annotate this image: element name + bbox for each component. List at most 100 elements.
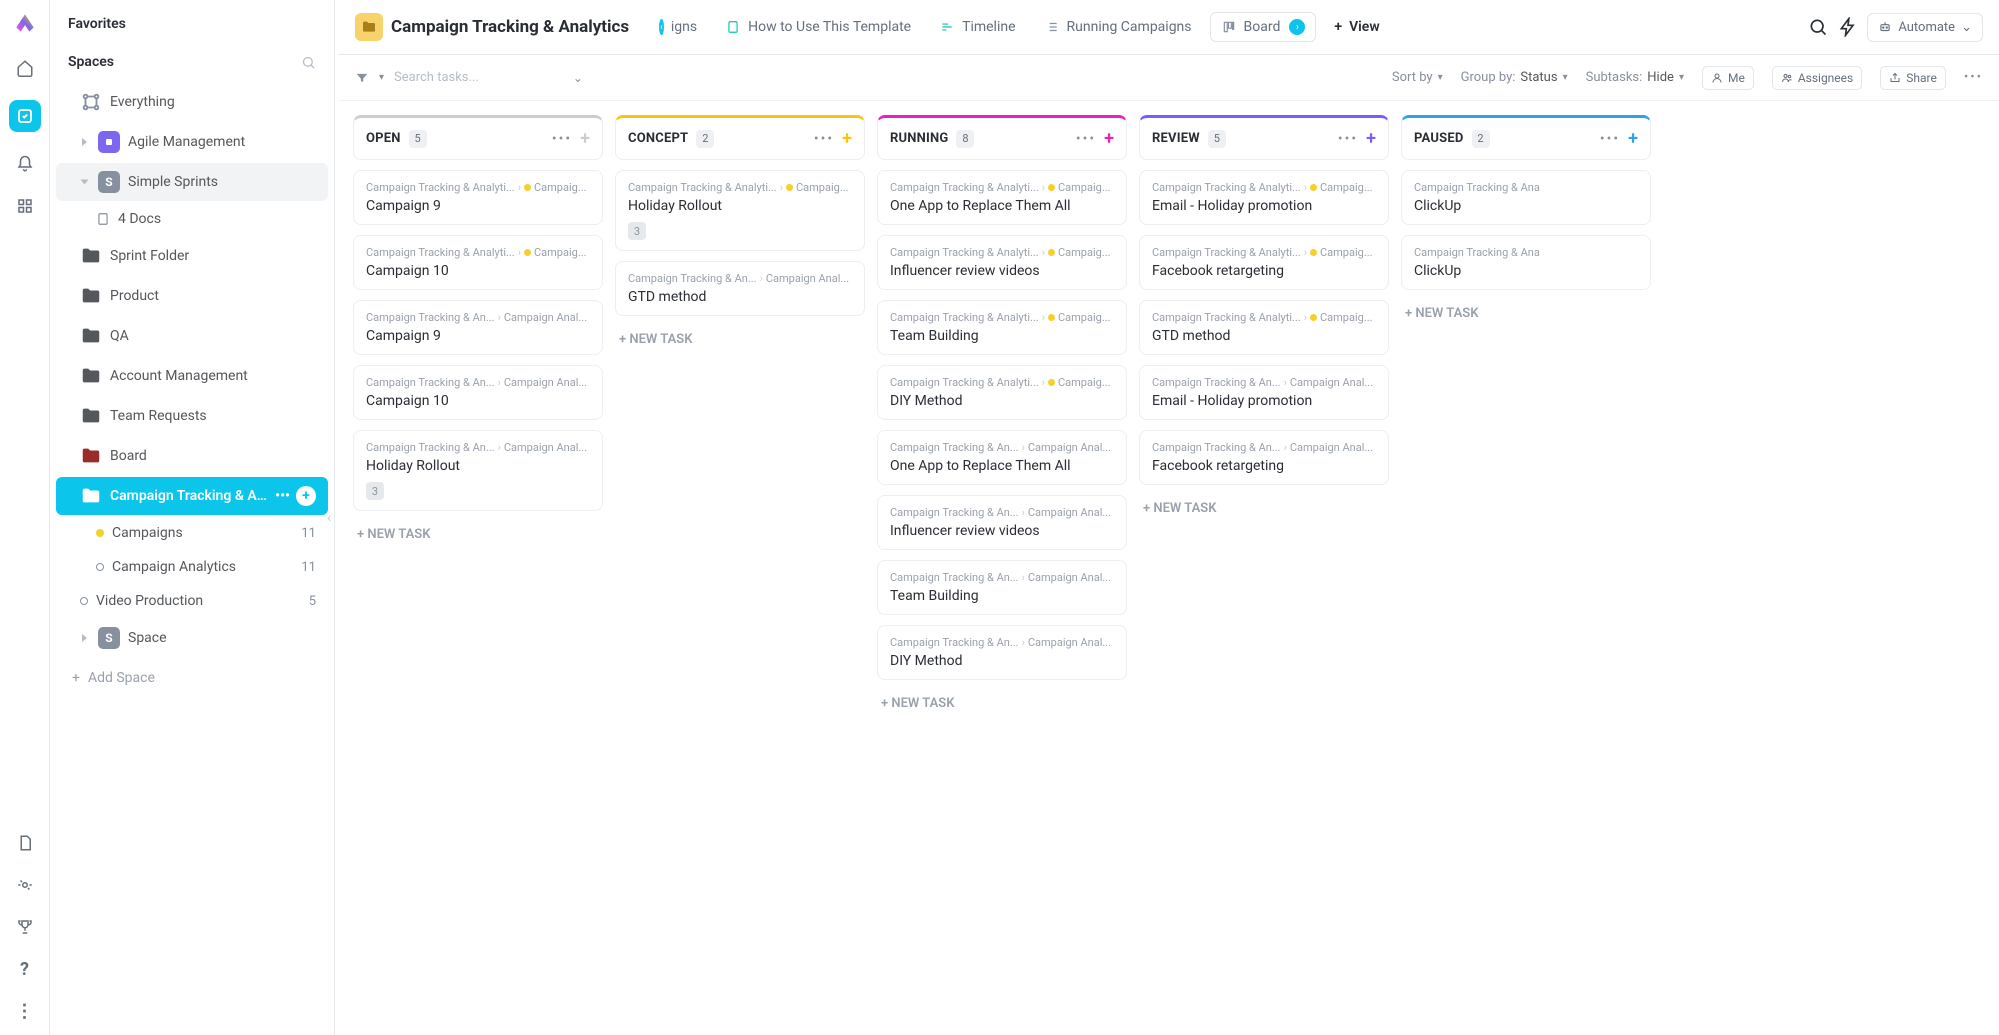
- column-header[interactable]: REVIEW5•••+: [1139, 115, 1389, 160]
- task-card[interactable]: Campaign Tracking & Analyti...›Campaig..…: [353, 170, 603, 225]
- sidebar-product[interactable]: Product: [56, 277, 328, 315]
- sort-by-dropdown[interactable]: Sort by▾: [1392, 70, 1443, 85]
- task-card[interactable]: Campaign Tracking & Analyti...›Campaig..…: [877, 300, 1127, 355]
- task-card[interactable]: Campaign Tracking & AnaClickUp: [1401, 170, 1651, 225]
- sidebar-account[interactable]: Account Management: [56, 357, 328, 395]
- column-header[interactable]: CONCEPT2•••+: [615, 115, 865, 160]
- tab-campaigns-cut[interactable]: ‹igns: [647, 13, 707, 41]
- task-card[interactable]: Campaign Tracking & Analyti...›Campaig..…: [1139, 235, 1389, 290]
- bell-icon[interactable]: [15, 154, 35, 174]
- page-title: Campaign Tracking & Analytics: [391, 17, 629, 37]
- task-card[interactable]: Campaign Tracking & An...›Campaign Anal.…: [615, 261, 865, 316]
- new-task-button[interactable]: + NEW TASK: [1401, 300, 1651, 327]
- caret-icon[interactable]: [80, 633, 90, 643]
- new-task-button[interactable]: + NEW TASK: [1139, 495, 1389, 522]
- doc-icon[interactable]: [15, 833, 35, 853]
- task-card[interactable]: Campaign Tracking & An...›Campaign Anal.…: [877, 560, 1127, 615]
- sidebar: Favorites Spaces Everything Agile Manage…: [50, 0, 335, 1035]
- sidebar-campaign-analytics[interactable]: Campaign Analytics11: [56, 551, 328, 583]
- more-options-icon[interactable]: •••: [1964, 70, 1983, 85]
- tab-board[interactable]: Board›: [1210, 12, 1317, 42]
- trophy-icon[interactable]: [15, 917, 35, 937]
- sidebar-space[interactable]: S Space: [56, 619, 328, 657]
- search-tasks-input[interactable]: Search tasks...: [394, 70, 479, 85]
- row-add-icon[interactable]: +: [296, 486, 316, 506]
- search-icon[interactable]: [1807, 16, 1829, 38]
- sidebar-campaigns[interactable]: Campaigns11: [56, 517, 328, 549]
- tasks-icon[interactable]: [9, 100, 41, 132]
- column-more-icon[interactable]: •••: [552, 131, 572, 147]
- column-header[interactable]: RUNNING8•••+: [877, 115, 1127, 160]
- task-card[interactable]: Campaign Tracking & An...›Campaign Anal.…: [353, 300, 603, 355]
- column-header[interactable]: OPEN5•••+: [353, 115, 603, 160]
- sidebar-agile[interactable]: Agile Management: [56, 123, 328, 161]
- row-more-icon[interactable]: •••: [275, 488, 290, 504]
- clickup-logo[interactable]: [12, 10, 38, 36]
- search-spaces-icon[interactable]: [301, 55, 316, 70]
- chevron-down-icon[interactable]: ▾: [379, 72, 384, 83]
- task-card[interactable]: Campaign Tracking & An...›Campaign Anal.…: [877, 495, 1127, 550]
- task-card[interactable]: Campaign Tracking & AnaClickUp: [1401, 235, 1651, 290]
- task-card[interactable]: Campaign Tracking & An...›Campaign Anal.…: [353, 430, 603, 511]
- help-icon[interactable]: ?: [15, 959, 35, 979]
- chevron-down-icon[interactable]: ⌄: [573, 71, 583, 85]
- pulse-icon[interactable]: [15, 875, 35, 895]
- caret-icon[interactable]: [80, 177, 90, 187]
- scroll-left-icon[interactable]: ‹: [659, 19, 664, 35]
- add-view-button[interactable]: +View: [1324, 13, 1389, 41]
- sidebar-docs[interactable]: 4 Docs: [56, 203, 328, 235]
- bolt-icon[interactable]: [1837, 16, 1859, 38]
- sidebar-simple-sprints[interactable]: S Simple Sprints: [56, 163, 328, 201]
- column-more-icon[interactable]: •••: [814, 131, 834, 147]
- filter-icon[interactable]: [355, 71, 369, 85]
- task-card[interactable]: Campaign Tracking & An...›Campaign Anal.…: [1139, 365, 1389, 420]
- sidebar-qa[interactable]: QA: [56, 317, 328, 355]
- task-card[interactable]: Campaign Tracking & Analyti...›Campaig..…: [1139, 170, 1389, 225]
- tab-running[interactable]: Running Campaigns: [1034, 13, 1202, 41]
- column-add-icon[interactable]: +: [580, 128, 590, 149]
- apps-icon[interactable]: [15, 196, 35, 216]
- sidebar-sprint-folder[interactable]: Sprint Folder: [56, 237, 328, 275]
- scroll-right-icon[interactable]: ›: [1289, 19, 1305, 35]
- column-add-icon[interactable]: +: [842, 128, 852, 149]
- task-card[interactable]: Campaign Tracking & Analyti...›Campaig..…: [877, 170, 1127, 225]
- column-add-icon[interactable]: +: [1628, 128, 1638, 149]
- column-more-icon[interactable]: •••: [1338, 131, 1358, 147]
- assignees-chip[interactable]: Assignees: [1772, 66, 1862, 90]
- new-task-button[interactable]: + NEW TASK: [877, 690, 1127, 717]
- task-card[interactable]: Campaign Tracking & Analyti...›Campaig..…: [877, 235, 1127, 290]
- column-more-icon[interactable]: •••: [1600, 131, 1620, 147]
- sidebar-video[interactable]: Video Production5: [56, 585, 328, 617]
- spaces-header[interactable]: Spaces: [50, 42, 334, 82]
- task-card[interactable]: Campaign Tracking & Analyti...›Campaig..…: [615, 170, 865, 251]
- more-icon[interactable]: ⋮: [15, 1001, 35, 1021]
- task-card[interactable]: Campaign Tracking & Analyti...›Campaig..…: [1139, 300, 1389, 355]
- caret-icon[interactable]: [80, 137, 90, 147]
- me-chip[interactable]: Me: [1702, 66, 1754, 90]
- group-by-dropdown[interactable]: Group by:Status▾: [1461, 70, 1568, 85]
- home-icon[interactable]: [15, 58, 35, 78]
- add-space-button[interactable]: +Add Space: [50, 658, 334, 698]
- column-header[interactable]: PAUSED2•••+: [1401, 115, 1651, 160]
- tab-timeline[interactable]: Timeline: [929, 13, 1025, 41]
- task-card[interactable]: Campaign Tracking & An...›Campaign Anal.…: [877, 625, 1127, 680]
- favorites-header[interactable]: Favorites: [50, 0, 334, 42]
- tab-howto[interactable]: How to Use This Template: [715, 13, 921, 41]
- task-card[interactable]: Campaign Tracking & An...›Campaign Anal.…: [1139, 430, 1389, 485]
- sidebar-team-requests[interactable]: Team Requests: [56, 397, 328, 435]
- column-add-icon[interactable]: +: [1366, 128, 1376, 149]
- subtasks-dropdown[interactable]: Subtasks:Hide▾: [1586, 70, 1684, 85]
- sidebar-campaign-tracking[interactable]: Campaign Tracking & Analy... ••• +: [56, 477, 328, 515]
- column-add-icon[interactable]: +: [1104, 128, 1114, 149]
- task-card[interactable]: Campaign Tracking & Analyti...›Campaig..…: [877, 365, 1127, 420]
- automate-button[interactable]: Automate⌄: [1867, 13, 1983, 42]
- task-card[interactable]: Campaign Tracking & An...›Campaign Anal.…: [353, 365, 603, 420]
- share-chip[interactable]: Share: [1880, 66, 1946, 90]
- new-task-button[interactable]: + NEW TASK: [615, 326, 865, 353]
- sidebar-board[interactable]: Board: [56, 437, 328, 475]
- task-card[interactable]: Campaign Tracking & Analyti...›Campaig..…: [353, 235, 603, 290]
- task-card[interactable]: Campaign Tracking & An...›Campaign Anal.…: [877, 430, 1127, 485]
- column-more-icon[interactable]: •••: [1076, 131, 1096, 147]
- new-task-button[interactable]: + NEW TASK: [353, 521, 603, 548]
- sidebar-everything[interactable]: Everything: [56, 83, 328, 121]
